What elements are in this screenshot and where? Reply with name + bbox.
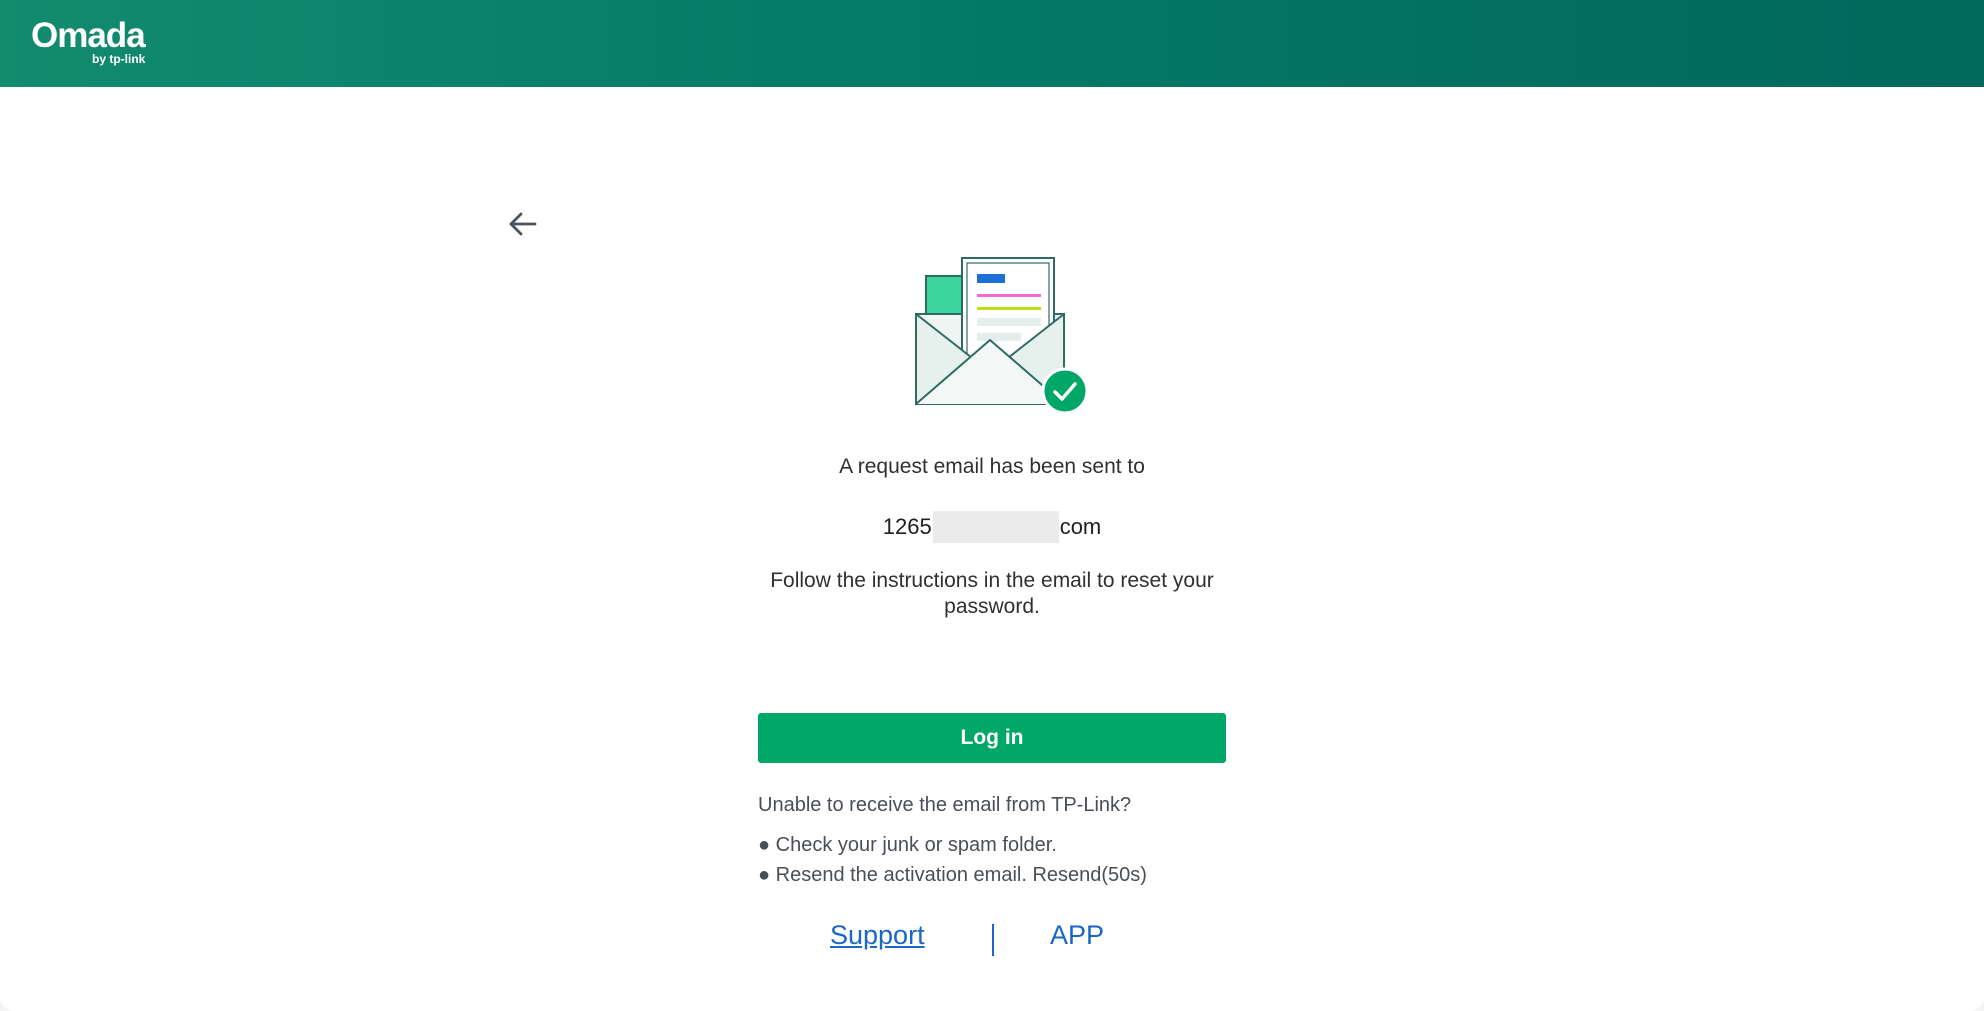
help-question: Unable to receive the email from TP-Link… (758, 794, 1132, 816)
app-window: Omada by tp-link A request email has bee… (0, 0, 1984, 1011)
app-link[interactable]: APP (1050, 920, 1104, 951)
email-prefix: 1265 (882, 514, 932, 540)
email-redaction (932, 511, 1059, 544)
envelope-check-illustration (915, 257, 1089, 414)
help-tip-junk: ● Check your junk or spam folder. (758, 834, 1057, 856)
omada-logo: Omada by tp-link (31, 16, 146, 67)
arrow-left-icon (509, 212, 537, 236)
sent-message: A request email has been sent to (839, 455, 1145, 478)
logo-text: Omada (31, 16, 146, 55)
help-tip-resend: ● Resend the activation email. Resend(50… (758, 864, 1147, 886)
support-link[interactable]: Support (830, 920, 925, 951)
instructions-text: Follow the instructions in the email to … (770, 569, 1214, 618)
masked-email: 1265 com (742, 510, 1242, 544)
link-divider (992, 924, 994, 956)
email-suffix: com (1059, 514, 1102, 540)
top-header: Omada by tp-link (0, 0, 1984, 87)
login-button[interactable]: Log in (758, 713, 1226, 763)
logo-subtext: by tp-link (92, 52, 146, 66)
back-button[interactable] (504, 205, 542, 243)
